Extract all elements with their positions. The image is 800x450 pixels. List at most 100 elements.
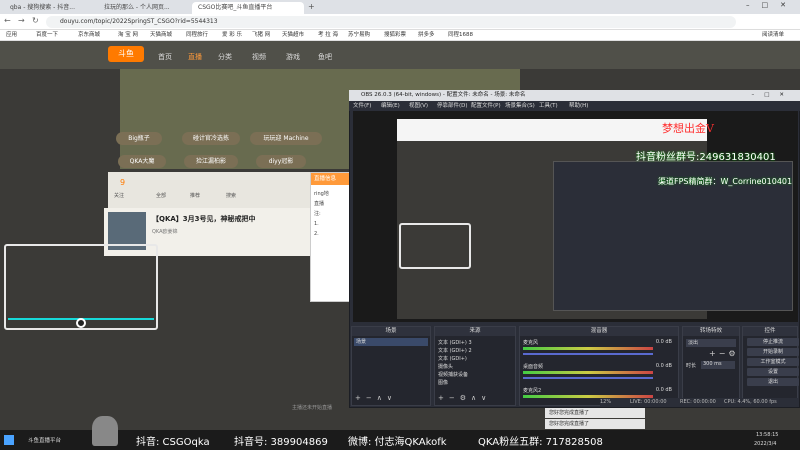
source-item[interactable]: 文本 (GDI+) [438, 355, 467, 362]
obs-titlebar: OBS 26.0.3 (64-bit, windows) - 配置文件: 未命名… [349, 90, 800, 101]
transitions-dock: 转场特效 淡出 +−⚙ 时长 300 ms [682, 326, 740, 406]
popup-line: 1. [314, 221, 319, 227]
mixer-meter [523, 347, 653, 350]
bookmark-item[interactable]: 淘 宝 网 [118, 30, 138, 41]
stat-label[interactable]: 全部 [156, 192, 166, 199]
overlay-red-text: 梦想出金V [662, 122, 714, 135]
nav-item[interactable]: 首页 [158, 52, 172, 62]
sources-dock-title: 来源 [435, 327, 515, 336]
mixer-channel-label: 麦克风2 [523, 388, 542, 394]
forward-icon[interactable]: → [18, 16, 25, 25]
obs-menu-item[interactable]: 帮助(H) [569, 101, 588, 111]
mixer-dock: 混音器 麦克风 0.0 dB 桌面音频 0.0 dB 麦克风2 0.0 dB [519, 326, 679, 406]
obs-window-controls-icon[interactable]: –□✕ [751, 90, 794, 101]
bookmark-item[interactable]: 拼多多 [418, 30, 435, 41]
bookmark-item[interactable]: 京东商城 [78, 30, 100, 41]
room-streamer: QKA欧姜锦 [152, 229, 178, 235]
bookmark-item[interactable]: 爱 彩 乐 [222, 30, 242, 41]
bookmark-item[interactable]: 苏宁易购 [348, 30, 370, 41]
scene-item[interactable]: 场景 [354, 338, 428, 346]
obs-menu-item[interactable]: 视图(V) [409, 101, 428, 111]
mixer-level: 0.0 dB [655, 339, 672, 345]
scene-toolbar-icons[interactable]: +−∧∨ [355, 394, 397, 402]
nav-item[interactable]: 鱼吧 [318, 52, 332, 62]
bookmark-item[interactable]: 同程旅行 [186, 30, 208, 41]
obs-menu-item[interactable]: 停靠部件(D) [437, 101, 468, 111]
reading-list[interactable]: 阅读清单 [762, 30, 784, 41]
webcam-frame-dot [76, 318, 86, 328]
bookmarks-bar: 应用 百度一下 京东商城 淘 宝 网 天猫商城 同程旅行 爱 彩 乐 飞猪 网 … [0, 30, 800, 41]
notification[interactable]: 您好您完成直播了 [545, 419, 645, 429]
obs-menu-item[interactable]: 工具(T) [539, 101, 558, 111]
new-tab-icon[interactable]: + [308, 2, 315, 11]
source-item[interactable]: 文本 (GDI+) 3 [438, 339, 472, 346]
streamer-pill[interactable]: Big瓶子 [116, 132, 162, 145]
bookmark-item[interactable]: 搜狐彩票 [384, 30, 406, 41]
overlay-weibo: 微博: 付志海QKAkofk [348, 437, 447, 448]
transition-select[interactable]: 淡出 [686, 339, 736, 347]
streamer-avatar [92, 416, 118, 446]
nav-item[interactable]: 视频 [252, 52, 266, 62]
settings-button[interactable]: 设置 [747, 368, 799, 376]
status-cpu: CPU: 4.4%, 60.00 fps [724, 399, 777, 405]
obs-menu-item[interactable]: 文件(F) [353, 101, 371, 111]
streamer-pill[interactable]: 玩玩迎 Machine [250, 132, 322, 145]
douyu-logo[interactable]: 斗鱼 [108, 46, 144, 62]
browser-tab-active[interactable]: CSGO比赛吧_斗鱼直播平台 [192, 2, 304, 14]
stat-label[interactable]: 推荐 [190, 192, 200, 199]
taskbar-time: 13:58:15 [756, 432, 779, 438]
obs-preview[interactable] [353, 111, 798, 322]
bookmark-item[interactable]: 天猫超市 [282, 30, 304, 41]
scenes-dock: 场景 场景 +−∧∨ [351, 326, 431, 406]
streamer-pill[interactable]: 碰计官冷选拣 [182, 132, 240, 145]
duration-field[interactable]: 300 ms [701, 361, 735, 369]
room-title: 【QKA】3月3号见，神秘戒把中 [152, 215, 256, 223]
obs-menubar: 文件(F) 编辑(E) 视图(V) 停靠部件(D) 配置文件(P) 场景集合(S… [349, 101, 800, 111]
mixer-volume-slider[interactable] [523, 353, 653, 355]
studio-mode-button[interactable]: 工作室模式 [747, 358, 799, 366]
bookmark-item[interactable]: 飞猪 网 [252, 30, 270, 41]
reload-icon[interactable]: ↻ [32, 16, 39, 25]
browser-tab[interactable]: qba - 搜狗搜索 - 抖音... [4, 2, 96, 14]
notification[interactable]: 您好您完成直播了 [545, 408, 645, 418]
mixer-meter [523, 371, 653, 374]
source-item[interactable]: 图像 [438, 379, 448, 386]
taskbar-app[interactable]: 斗鱼直播平台 [28, 436, 61, 444]
window-controls-icon[interactable]: –□✕ [746, 1, 798, 9]
bookmark-item[interactable]: 天猫商城 [150, 30, 172, 41]
exit-button[interactable]: 退出 [747, 378, 799, 386]
streamer-pill[interactable]: QKA大魔 [118, 155, 166, 168]
obs-menu-item[interactable]: 场景集合(S) [505, 101, 535, 111]
taskbar-date: 2022/3/4 [754, 441, 777, 447]
stop-streaming-button[interactable]: 停止推流 [747, 338, 799, 346]
sources-dock: 来源 文本 (GDI+) 3 文本 (GDI+) 2 文本 (GDI+) 摄像头… [434, 326, 516, 406]
obs-menu-item[interactable]: 配置文件(P) [471, 101, 501, 111]
nav-item[interactable]: 游戏 [286, 52, 300, 62]
url-field[interactable]: douyu.com/topic/2022SpringST_CSGO?rid=55… [46, 16, 736, 28]
stat-label[interactable]: 搜索 [226, 192, 236, 199]
back-icon[interactable]: ← [4, 16, 11, 25]
controls-dock-title: 控件 [743, 327, 797, 336]
source-item[interactable]: 摄像头 [438, 363, 453, 370]
nav-item-active[interactable]: 直播 [188, 52, 202, 62]
bookmark-item[interactable]: 考 拉 海 [318, 30, 338, 41]
overlay-douyin-number: 抖音号: 389904869 [234, 437, 328, 448]
popup-line: 2. [314, 231, 319, 237]
source-item[interactable]: 视频捕获设备 [438, 371, 468, 378]
windows-start-icon[interactable] [4, 435, 14, 445]
preview-webcam-frame [399, 223, 471, 269]
source-item[interactable]: 文本 (GDI+) 2 [438, 347, 472, 354]
start-recording-button[interactable]: 开始录制 [747, 348, 799, 356]
source-toolbar-icons[interactable]: +−⚙∧∨ [438, 394, 491, 402]
obs-menu-item[interactable]: 编辑(E) [381, 101, 400, 111]
mixer-volume-slider[interactable] [523, 377, 653, 379]
nav-item[interactable]: 分类 [218, 52, 232, 62]
bookmark-item[interactable]: 同程1688 [448, 30, 473, 41]
streamer-pill[interactable]: diyy冠影 [256, 155, 306, 168]
stat-label[interactable]: 关注 [114, 192, 124, 199]
streamer-pill[interactable]: 捡江漏柏影 [184, 155, 238, 168]
bookmark-item[interactable]: 百度一下 [36, 30, 58, 41]
transition-add-remove-icons[interactable]: +−⚙ [709, 349, 739, 358]
bookmark-item[interactable]: 应用 [6, 30, 17, 41]
browser-tab[interactable]: 拉玩的那么 - 个人网页... [98, 2, 190, 14]
